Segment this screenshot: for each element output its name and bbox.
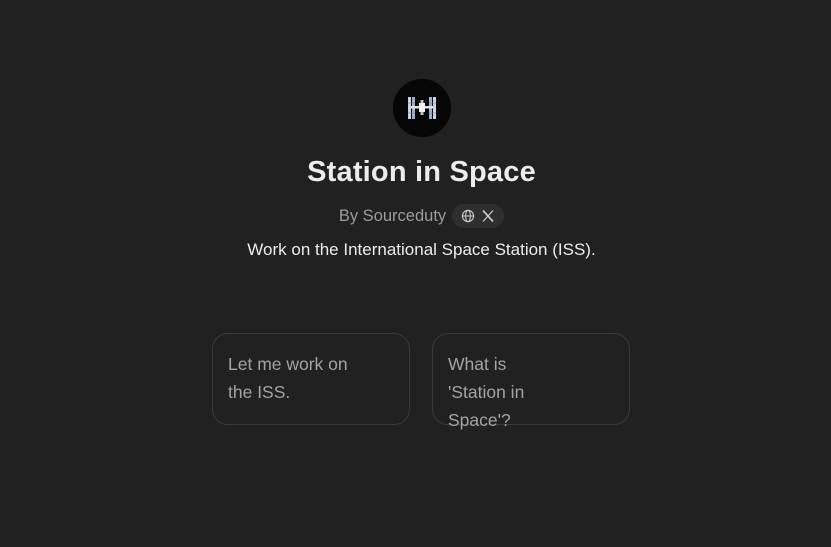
gpt-description: Work on the International Space Station …: [247, 240, 596, 259]
conversation-starter-text: Let me work on the ISS.: [228, 354, 348, 402]
conversation-starter-text: What is 'Station in Space'?: [448, 354, 525, 430]
social-links: [452, 204, 505, 228]
conversation-starter-card[interactable]: What is 'Station in Space'?: [432, 333, 630, 430]
gpt-author: By Sourceduty: [338, 206, 447, 225]
gpt-byline-row: By Sourceduty: [0, 203, 831, 229]
gpt-title: Station in Space: [307, 156, 536, 188]
globe-icon[interactable]: [461, 209, 475, 223]
x-logo-icon[interactable]: [481, 209, 495, 223]
conversation-starter-card[interactable]: Let me work on the ISS.: [212, 333, 410, 425]
gpt-avatar: [393, 79, 451, 137]
space-station-icon: [393, 79, 451, 137]
gpt-landing: Station in Space By Sourceduty Work on t…: [0, 0, 831, 547]
